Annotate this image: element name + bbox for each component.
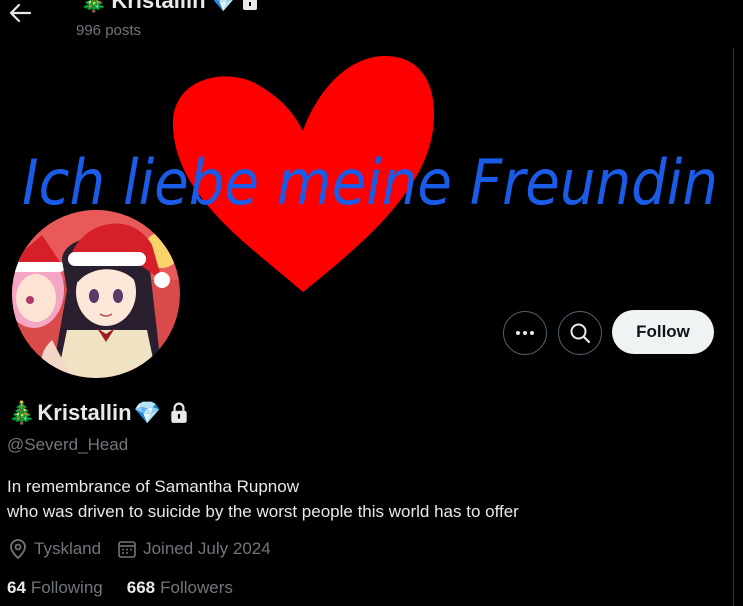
- gem-icon: 💎: [209, 0, 237, 13]
- profile-stats: 64 Following 668 Followers: [7, 578, 233, 598]
- followers-label: Followers: [160, 578, 233, 597]
- profile-handle: @Severd_Head: [7, 435, 129, 454]
- christmas-tree-icon: 🎄: [8, 400, 36, 425]
- profile-bio: In remembrance of Samantha Rupnow who wa…: [7, 474, 519, 524]
- followers-link[interactable]: 668 Followers: [127, 578, 233, 598]
- location-pin-icon: [10, 539, 26, 560]
- joined-item: Joined July 2024: [117, 538, 271, 560]
- following-label: Following: [30, 578, 103, 597]
- more-horizontal-icon: [516, 331, 534, 335]
- lock-icon: [242, 0, 257, 10]
- top-bar: 🎄 Kristallin 💎 996 posts: [0, 0, 743, 48]
- back-button[interactable]: [4, 0, 36, 26]
- following-count: 64: [7, 578, 26, 597]
- avatar-image: [12, 210, 180, 378]
- profile-display-name: 🎄 Kristallin 💎: [8, 400, 189, 426]
- christmas-tree-icon: 🎄: [80, 0, 108, 13]
- scrollbar[interactable]: [733, 0, 743, 606]
- bio-line: who was driven to suicide by the worst p…: [7, 502, 519, 521]
- joined-text: Joined July 2024: [143, 539, 271, 558]
- calendar-icon: [118, 541, 136, 558]
- location-text: Tyskland: [34, 539, 102, 558]
- header-name-text: Kristallin: [111, 0, 206, 13]
- following-link[interactable]: 64 Following: [7, 578, 103, 598]
- banner-handwritten-text: Ich liebe meine Freundin: [22, 146, 718, 219]
- search-icon: [570, 323, 591, 344]
- gem-icon: 💎: [133, 400, 161, 425]
- search-profile-button[interactable]: [558, 311, 602, 355]
- header-display-name: 🎄 Kristallin 💎: [80, 0, 259, 14]
- lock-icon[interactable]: [169, 402, 189, 424]
- bio-line: In remembrance of Samantha Rupnow: [7, 477, 299, 496]
- post-count: 996 posts: [76, 22, 142, 39]
- avatar[interactable]: [8, 206, 184, 382]
- arrow-left-icon: [9, 3, 32, 23]
- profile-name-text: Kristallin: [37, 400, 132, 425]
- location-item: Tyskland: [8, 538, 101, 560]
- profile-meta: Tyskland Joined July 2024: [8, 538, 271, 560]
- followers-count: 668: [126, 578, 156, 597]
- more-options-button[interactable]: [503, 311, 547, 355]
- follow-button[interactable]: Follow: [612, 310, 714, 354]
